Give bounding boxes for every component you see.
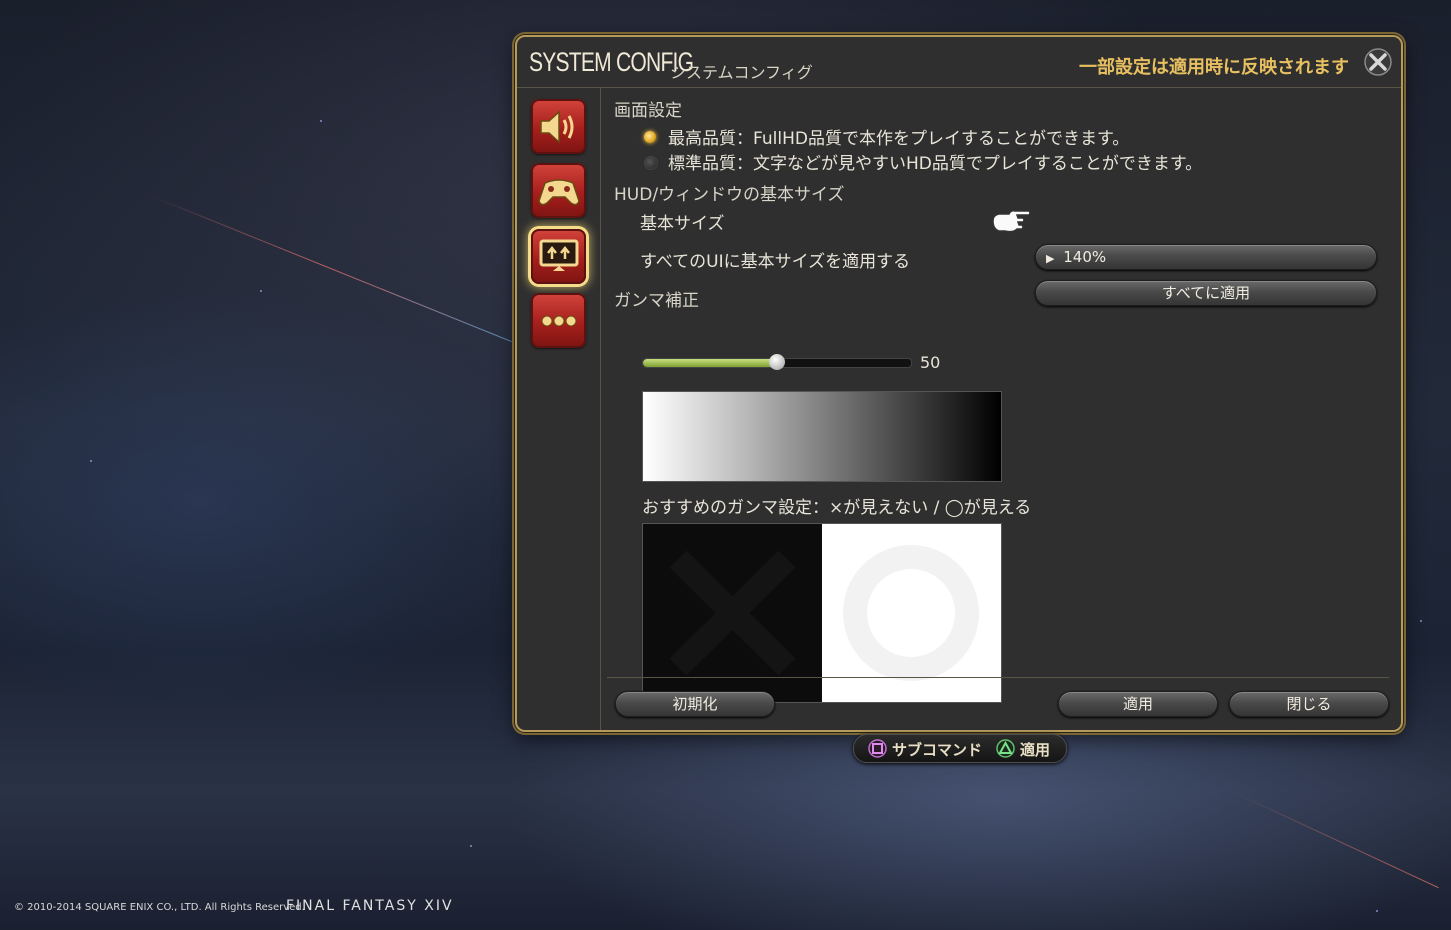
background-star xyxy=(320,120,322,122)
display-settings-icon xyxy=(539,239,579,271)
gamma-test-pattern xyxy=(642,523,1002,703)
sidebar-item-other[interactable] xyxy=(531,293,586,348)
gamma-gradient-preview xyxy=(642,391,1002,482)
gamma-slider-fill xyxy=(643,359,777,367)
gamma-slider[interactable] xyxy=(642,354,912,370)
reset-button[interactable]: 初期化 xyxy=(615,691,775,717)
speaker-icon xyxy=(540,110,574,144)
hint-subcommand: サブコマンド xyxy=(892,741,983,759)
play-arrow-icon: ▶ xyxy=(1046,252,1055,265)
more-icon xyxy=(541,315,577,327)
base-size-label: 基本サイズ xyxy=(640,214,725,234)
sidebar-item-controller[interactable] xyxy=(531,163,586,218)
apply-all-label: すべてのUIに基本サイズを適用する xyxy=(640,252,911,272)
background-star xyxy=(90,460,92,462)
gamepad-icon xyxy=(538,179,580,206)
triangle-button-icon xyxy=(996,739,1015,758)
hud-size-heading: HUD/ウィンドウの基本サイズ xyxy=(614,185,845,205)
close-button[interactable]: 閉じる xyxy=(1229,691,1389,717)
sidebar-item-sound[interactable] xyxy=(531,99,586,154)
gamma-slider-knob[interactable] xyxy=(769,354,785,370)
square-button-icon xyxy=(868,739,887,758)
window-title: SYSTEM CONFIG xyxy=(529,47,694,77)
category-sidebar xyxy=(517,87,601,730)
option-standard-quality-label[interactable]: 標準品質：文字などが見やすいHD品質でプレイすることができます。 xyxy=(668,149,1202,174)
game-logo: FINAL FANTASY XIV xyxy=(286,898,454,914)
apply-button[interactable]: 適用 xyxy=(1058,691,1218,717)
gamma-test-light-panel xyxy=(822,524,1001,702)
screen-settings-heading: 画面設定 xyxy=(614,101,682,121)
radio-highest-quality[interactable] xyxy=(644,131,656,143)
background-star xyxy=(470,845,472,847)
background-star xyxy=(1420,620,1422,622)
apply-notice: 一部設定は適用時に反映されます xyxy=(1079,57,1349,78)
close-icon[interactable] xyxy=(1363,47,1393,77)
apply-all-button[interactable]: すべてに適用 xyxy=(1035,280,1377,306)
background-star xyxy=(260,290,262,292)
system-config-window: SYSTEM CONFIG システムコンフィグ 一部設定は適用時に反映されます xyxy=(515,35,1403,732)
base-size-select[interactable]: ▶ 140% xyxy=(1035,244,1377,270)
option-highest-quality-label[interactable]: 最高品質：FullHD品質で本作をプレイすることができます。 xyxy=(668,124,1129,149)
gamma-heading: ガンマ補正 xyxy=(614,291,699,311)
background-streak xyxy=(149,195,512,343)
sidebar-item-display[interactable] xyxy=(531,229,586,284)
background-streak xyxy=(1229,790,1439,889)
gamma-recommend-text: おすすめのガンマ設定：×が見えない / ◯が見える xyxy=(642,498,1032,518)
gamma-value: 50 xyxy=(920,353,941,372)
cross-mark-icon xyxy=(669,550,796,676)
pointer-hand-icon xyxy=(992,210,1031,233)
footer-divider xyxy=(607,677,1389,678)
base-size-value: 140% xyxy=(1063,248,1107,266)
button-hint-bar: サブコマンド 適用 xyxy=(853,734,1067,763)
background-star xyxy=(1376,910,1378,912)
window-subtitle: システムコンフィグ xyxy=(670,63,813,82)
hint-apply: 適用 xyxy=(1020,741,1051,759)
radio-standard-quality[interactable] xyxy=(644,156,658,170)
circle-mark-icon xyxy=(843,545,979,681)
title-bar: SYSTEM CONFIG システムコンフィグ 一部設定は適用時に反映されます xyxy=(517,37,1401,88)
copyright-text: © 2010-2014 SQUARE ENIX CO., LTD. All Ri… xyxy=(14,902,305,913)
gamma-test-dark-panel xyxy=(643,524,822,702)
